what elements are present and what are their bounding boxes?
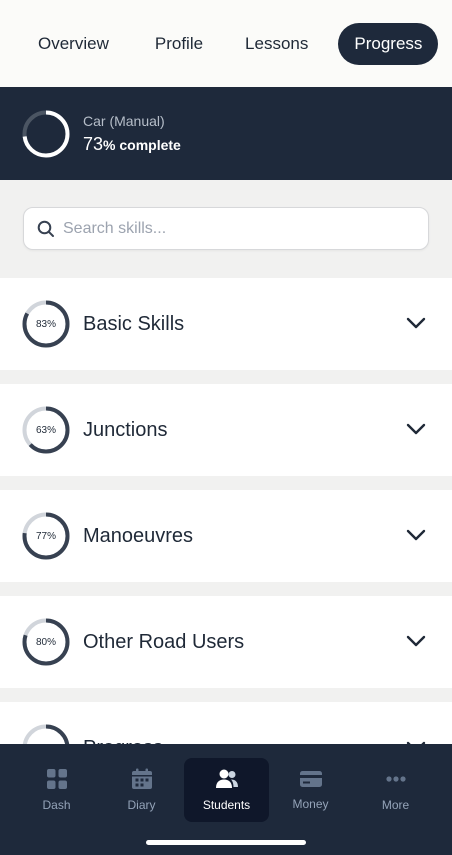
skill-card-manoeuvres[interactable]: 77% Manoeuvres (0, 490, 452, 582)
course-progress-summary: Car (Manual) 73% complete (0, 87, 452, 180)
skill-percent: 83% (35, 318, 56, 330)
nav-money[interactable]: Money (268, 758, 353, 822)
nav-label: Money (292, 797, 329, 811)
overall-progress-ring (22, 110, 70, 157)
percent-value: 73 (83, 133, 104, 154)
nav-label: More (381, 798, 410, 812)
chevron-down-icon[interactable] (406, 423, 426, 436)
skill-percent: 63% (35, 424, 56, 436)
nav-label: Students (202, 798, 251, 812)
skill-title: Manoeuvres (83, 524, 194, 547)
bottom-nav: Dash Diary Students Money More (0, 744, 452, 855)
tab-progress[interactable]: Progress (338, 22, 439, 65)
skill-percent: 77% (35, 530, 56, 542)
skill-percent: 80% (35, 636, 56, 648)
skill-card-other-road-users[interactable]: 80% Other Road Users (0, 596, 452, 688)
skill-card-junctions[interactable]: 63% Junctions (0, 384, 452, 476)
students-icon (215, 769, 238, 788)
nav-diary[interactable]: Diary (99, 758, 184, 822)
skill-progress-ring: 80% (22, 618, 70, 666)
search-input[interactable] (63, 219, 383, 238)
skill-progress-ring: 83% (22, 300, 70, 348)
skill-title: Basic Skills (83, 312, 185, 335)
chevron-down-icon[interactable] (406, 635, 426, 648)
skill-card-basic-skills[interactable]: 83% Basic Skills (0, 278, 452, 370)
nav-students[interactable]: Students (184, 758, 269, 822)
tab-overview[interactable]: Overview (22, 23, 125, 65)
nav-label: Diary (127, 798, 156, 812)
percent-suffix: % complete (103, 136, 181, 153)
home-indicator (146, 840, 306, 845)
dashboard-icon (46, 769, 67, 789)
tab-bar: Overview Profile Lessons Progress (0, 0, 452, 87)
tab-profile[interactable]: Profile (139, 23, 219, 65)
chevron-down-icon[interactable] (406, 317, 426, 330)
nav-more[interactable]: More (353, 758, 438, 822)
search-box[interactable] (23, 207, 429, 250)
overall-percent: 73% complete (83, 134, 181, 155)
tab-lessons[interactable]: Lessons (229, 23, 324, 65)
nav-dash[interactable]: Dash (14, 758, 99, 822)
search-icon (37, 220, 54, 237)
skill-progress-ring: 63% (22, 406, 70, 454)
summary-text: Car (Manual) 73% complete (83, 113, 181, 155)
card-icon (299, 771, 322, 787)
skill-progress-ring: 77% (22, 512, 70, 560)
skill-title: Junctions (83, 418, 168, 441)
course-name: Car (Manual) (83, 112, 165, 129)
skill-title: Other Road Users (83, 630, 245, 653)
more-icon (385, 776, 406, 782)
chevron-down-icon[interactable] (406, 529, 426, 542)
nav-label: Dash (42, 798, 71, 812)
calendar-icon (131, 768, 152, 789)
search-section (0, 180, 452, 278)
